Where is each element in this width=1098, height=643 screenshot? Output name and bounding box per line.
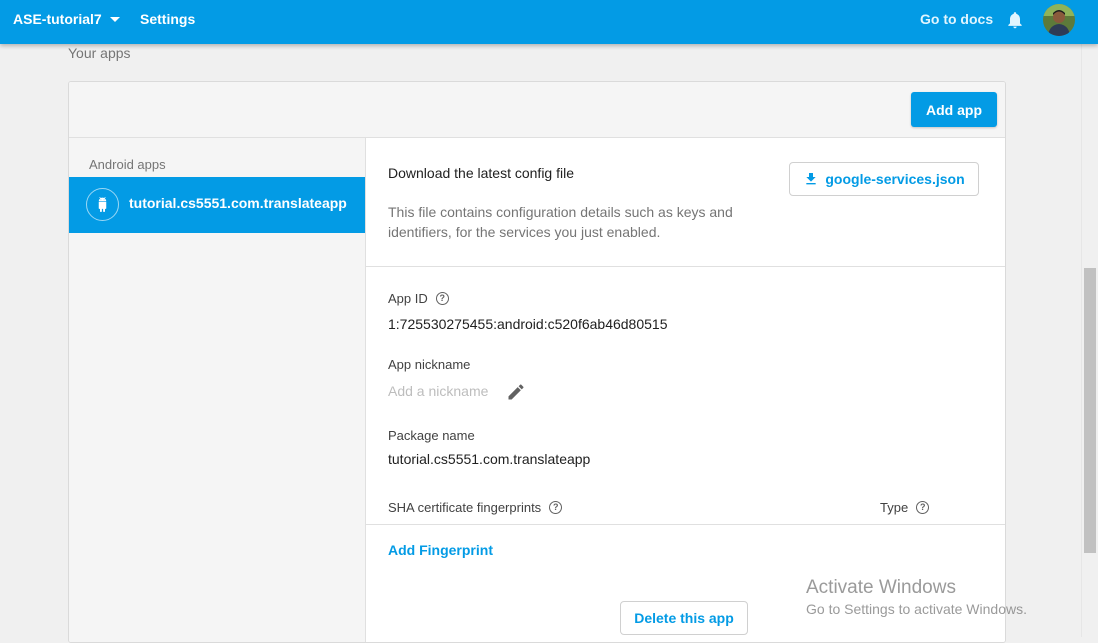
sha-fingerprints-label: SHA certificate fingerprints ? — [388, 500, 563, 515]
app-id-label: App ID ? — [388, 291, 449, 306]
project-name: ASE-tutorial7 — [13, 11, 102, 27]
help-icon[interactable]: ? — [549, 501, 563, 514]
sidebar-item-translateapp[interactable]: tutorial.cs5551.com.translateapp — [69, 177, 365, 233]
chevron-down-icon — [109, 17, 120, 22]
app-id-label-text: App ID — [388, 291, 428, 306]
bell-icon[interactable] — [1005, 9, 1025, 31]
apps-card: Add app Android apps tutorial.cs5551.com… — [68, 81, 1006, 643]
add-fingerprint-link[interactable]: Add Fingerprint — [388, 542, 493, 558]
sidebar-title: Android apps — [89, 157, 166, 172]
package-name-label: Package name — [388, 428, 475, 443]
add-app-button[interactable]: Add app — [911, 92, 997, 127]
help-icon[interactable]: ? — [435, 292, 449, 305]
help-icon[interactable]: ? — [916, 501, 930, 514]
app-nickname-field[interactable]: Add a nickname — [388, 383, 488, 399]
app-nickname-label: App nickname — [388, 357, 471, 372]
scrollbar-thumb[interactable] — [1084, 268, 1096, 553]
app-id-value: 1:725530275455:android:c520f6ab46d80515 — [388, 316, 668, 332]
divider — [366, 524, 1005, 525]
android-icon — [86, 188, 119, 221]
top-app-bar: ASE-tutorial7 Settings Go to docs — [0, 0, 1098, 44]
sidebar-item-label: tutorial.cs5551.com.translateapp — [129, 195, 347, 211]
type-column-label: Type ? — [880, 500, 930, 515]
type-column-label-text: Type — [880, 500, 909, 515]
activate-windows-watermark-subtitle: Go to Settings to activate Windows. — [806, 601, 1027, 617]
pencil-icon[interactable] — [506, 382, 526, 402]
divider — [366, 266, 1005, 267]
config-title: Download the latest config file — [388, 165, 574, 181]
avatar[interactable] — [1043, 4, 1075, 36]
delete-app-button[interactable]: Delete this app — [620, 601, 748, 635]
package-name-value: tutorial.cs5551.com.translateapp — [388, 451, 591, 467]
page-title: Settings — [140, 11, 196, 27]
section-title: Your apps — [68, 45, 131, 61]
project-selector[interactable]: ASE-tutorial7 — [13, 11, 120, 27]
config-description: This file contains configuration details… — [388, 204, 733, 240]
activate-windows-watermark-title: Activate Windows — [806, 577, 956, 598]
card-header: Add app — [69, 82, 1005, 138]
go-to-docs-link[interactable]: Go to docs — [920, 11, 993, 27]
download-config-label: google-services.json — [825, 171, 965, 187]
download-config-button[interactable]: google-services.json — [789, 162, 979, 196]
sha-fingerprints-label-text: SHA certificate fingerprints — [388, 500, 542, 515]
download-icon — [806, 173, 817, 185]
app-detail-panel: Download the latest config file This fil… — [366, 138, 1005, 642]
apps-sidebar: Android apps tutorial.cs5551.com.transla… — [69, 138, 366, 642]
